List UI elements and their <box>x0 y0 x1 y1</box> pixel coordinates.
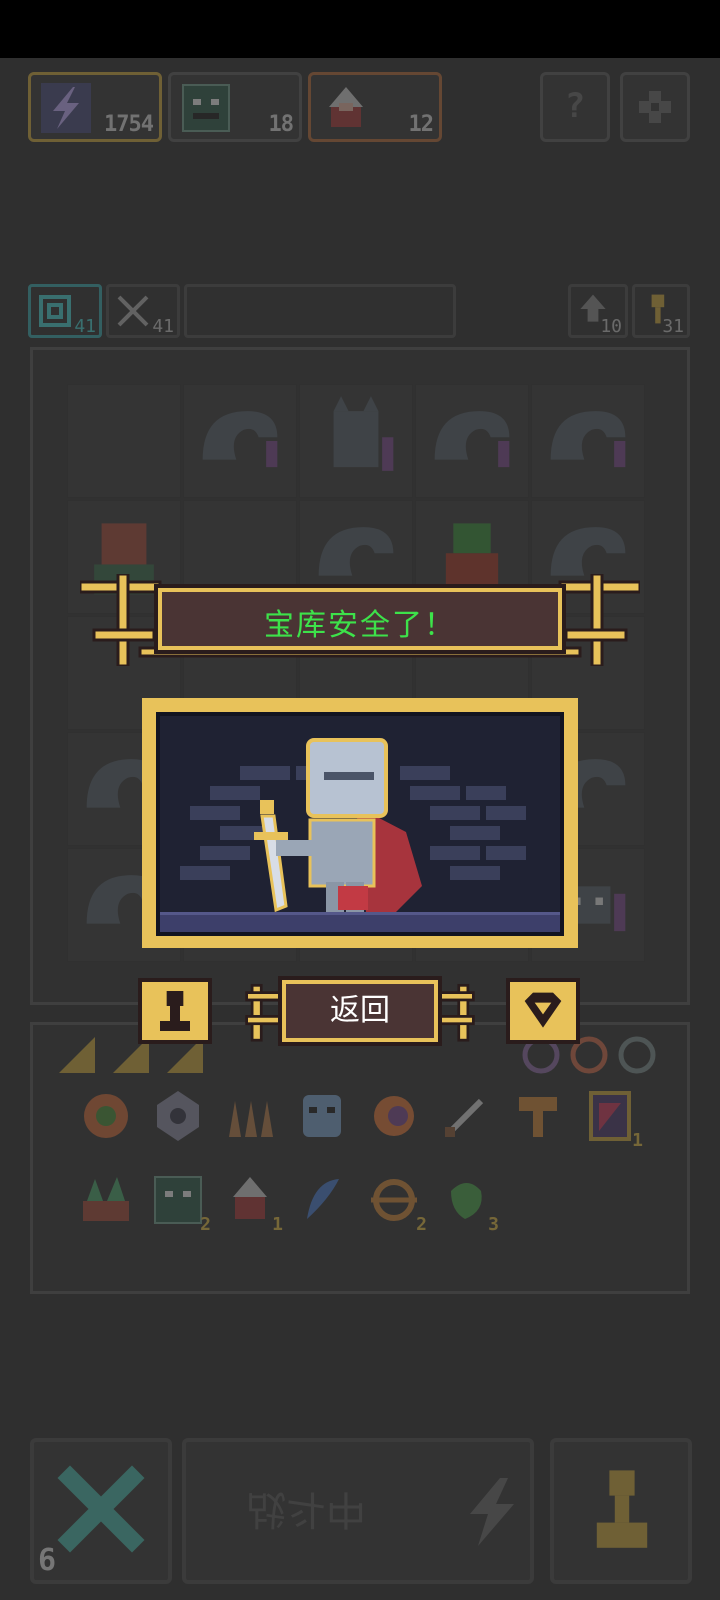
crossed-swords-icon <box>117 295 149 327</box>
board-cell[interactable] <box>67 384 181 498</box>
scene-floor <box>160 912 560 932</box>
gem-icon <box>524 992 562 1028</box>
inventory-row-2: 2 1 2 3 <box>77 1171 657 1241</box>
battle-button[interactable]: 战斗中 <box>182 1438 534 1584</box>
board-cell[interactable] <box>531 384 645 498</box>
battle-label: 战斗中 <box>246 1486 366 1532</box>
return-button[interactable]: 返回 <box>278 976 442 1046</box>
potion-scroll-icon <box>589 1091 631 1141</box>
knight-scene <box>156 712 564 936</box>
popup-banner: 宝库安全了！ <box>80 574 640 666</box>
knight-icon <box>254 738 422 913</box>
inventory-item[interactable]: 2 <box>149 1171 211 1235</box>
inventory-item[interactable] <box>293 1087 351 1145</box>
hero-card-icon <box>233 1177 267 1219</box>
upgrade-count: 10 <box>600 316 622 337</box>
shell-icon <box>374 1096 414 1136</box>
hero-detail-button[interactable] <box>138 978 212 1044</box>
bramble-icon <box>83 1177 129 1221</box>
hero-card-count: 12 <box>408 112 434 137</box>
inventory-item[interactable]: 1 <box>221 1171 283 1235</box>
energy-count: 1754 <box>104 112 154 137</box>
pawn-icon <box>160 991 190 1031</box>
inventory-item[interactable] <box>149 1087 207 1145</box>
help-button[interactable]: ? <box>540 72 610 142</box>
board-cell[interactable] <box>415 384 529 498</box>
knight-scene-frame <box>142 698 578 948</box>
item-count: 1 <box>272 1214 283 1235</box>
pawn-icon <box>596 1470 648 1548</box>
filter-b-count: 41 <box>152 316 174 337</box>
settings-button[interactable] <box>620 72 690 142</box>
remaining-count: 6 <box>38 1543 57 1578</box>
green-charm-icon <box>451 1183 482 1219</box>
blue-feather-icon <box>307 1179 339 1219</box>
inventory-item[interactable] <box>77 1087 135 1145</box>
upgrade-button[interactable]: 10 <box>568 284 628 338</box>
hero-card-counter[interactable]: 12 <box>308 72 442 142</box>
filter-tab-b[interactable]: 41 <box>106 284 180 338</box>
inventory-item[interactable] <box>221 1087 279 1145</box>
ring-icon <box>371 1179 417 1221</box>
monster-card-icon <box>182 84 230 132</box>
close-icon <box>57 1465 145 1553</box>
inventory-item[interactable]: 3 <box>437 1171 499 1235</box>
inventory-item[interactable] <box>293 1171 351 1229</box>
key-count: 31 <box>662 316 684 337</box>
monster-card-count: 18 <box>268 112 294 137</box>
filter-a-count: 41 <box>74 316 96 337</box>
mask-icon <box>303 1095 341 1137</box>
progress-bar <box>184 284 456 338</box>
return-label: 返回 <box>330 993 390 1028</box>
gear-icon <box>639 91 671 123</box>
item-count: 2 <box>200 1214 211 1235</box>
inventory-item[interactable]: 2 <box>365 1171 427 1235</box>
hero-card-icon <box>329 87 363 127</box>
inventory-item[interactable] <box>77 1171 135 1229</box>
inventory-panel: 1 2 1 2 3 <box>30 1022 690 1294</box>
filter-tab-a[interactable]: 41 <box>28 284 102 338</box>
worm-monster-icon <box>434 411 510 468</box>
popup-title-box: 宝库安全了！ <box>154 584 566 654</box>
board-cell[interactable] <box>183 384 297 498</box>
item-count: 3 <box>488 1214 499 1235</box>
spiral-icon <box>39 295 71 327</box>
monster-card-counter[interactable]: 18 <box>168 72 302 142</box>
key-button[interactable]: 31 <box>632 284 690 338</box>
item-count: 2 <box>416 1214 427 1235</box>
lightning-icon <box>470 1478 514 1546</box>
gear-emblem-icon <box>157 1091 199 1141</box>
hero-button[interactable] <box>550 1438 692 1584</box>
worm-monster-icon <box>550 411 626 468</box>
bat-monster-icon <box>333 396 394 471</box>
inventory-row-1: 1 <box>77 1087 657 1157</box>
lightning-icon <box>41 83 91 133</box>
popup-title: 宝库安全了！ <box>264 608 456 643</box>
board-cell[interactable] <box>299 384 413 498</box>
item-count: 1 <box>632 1130 643 1151</box>
question-icon: ? <box>564 86 586 126</box>
cancel-button[interactable]: 6 <box>30 1438 172 1584</box>
dagger-icon <box>445 1098 484 1137</box>
spike-trap-icon <box>229 1101 273 1137</box>
monster-card-icon <box>154 1176 202 1224</box>
energy-counter[interactable]: 1754 <box>28 72 162 142</box>
inventory-item[interactable] <box>437 1087 495 1145</box>
inventory-item[interactable]: 1 <box>581 1087 643 1151</box>
hammer-icon <box>519 1097 557 1137</box>
inventory-item[interactable] <box>509 1087 567 1145</box>
clover-coin-icon <box>84 1094 128 1138</box>
gem-button[interactable] <box>506 978 580 1044</box>
worm-monster-icon <box>202 411 278 468</box>
inventory-item[interactable] <box>365 1087 423 1145</box>
